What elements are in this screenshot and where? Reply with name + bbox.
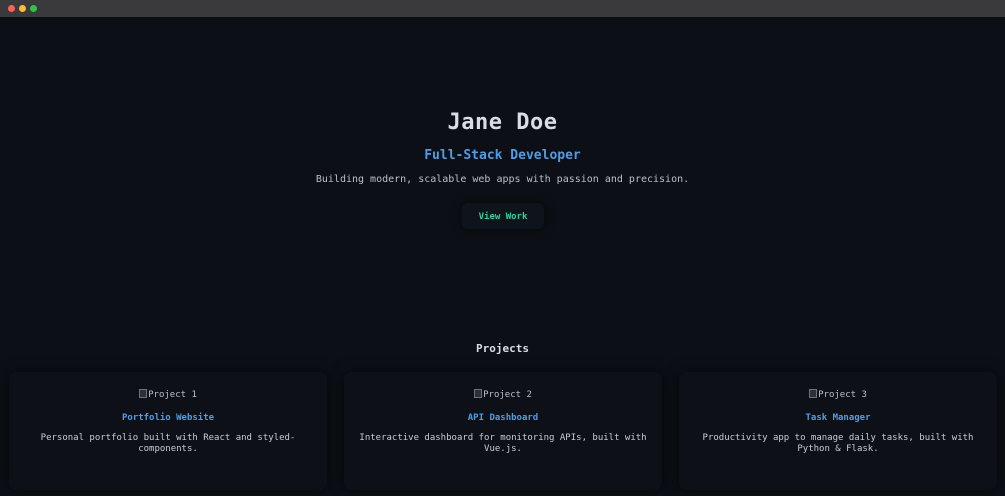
window-titlebar: [0, 0, 1005, 18]
close-window-button[interactable]: [8, 5, 15, 12]
project-card-1[interactable]: Project 1 Portfolio Website Personal por…: [9, 372, 327, 490]
projects-section-title: Projects: [476, 342, 529, 355]
broken-image-icon: [474, 389, 483, 398]
page-content: Jane Doe Full-Stack Developer Building m…: [0, 17, 1005, 496]
broken-image-icon: [139, 389, 148, 398]
minimize-window-button[interactable]: [19, 5, 26, 12]
hero-tagline: Building modern, scalable web apps with …: [315, 174, 690, 185]
hero-role: Full-Stack Developer: [424, 148, 581, 163]
project-image: Project 2: [344, 389, 662, 400]
project-title: Task Manager: [805, 413, 871, 423]
view-work-button[interactable]: View Work: [462, 203, 544, 229]
project-title: Portfolio Website: [121, 413, 215, 423]
maximize-window-button[interactable]: [30, 5, 37, 12]
project-card-2[interactable]: Project 2 API Dashboard Interactive dash…: [344, 372, 662, 490]
project-description: Productivity app to manage daily tasks, …: [702, 433, 974, 454]
broken-image-icon: [809, 389, 818, 398]
project-title: API Dashboard: [467, 413, 539, 423]
project-image-alt: Project 1: [148, 390, 197, 400]
project-card-3[interactable]: Project 3 Task Manager Productivity app …: [679, 372, 997, 490]
hero-name: Jane Doe: [447, 110, 558, 135]
project-image: Project 3: [679, 389, 997, 400]
project-image-alt: Project 2: [483, 390, 532, 400]
project-image: Project 1: [9, 389, 327, 400]
project-image-alt: Project 3: [818, 390, 867, 400]
project-description: Personal portfolio built with React and …: [40, 433, 296, 454]
browser-window: Jane Doe Full-Stack Developer Building m…: [0, 0, 1005, 496]
project-description: Interactive dashboard for monitoring API…: [359, 433, 647, 454]
